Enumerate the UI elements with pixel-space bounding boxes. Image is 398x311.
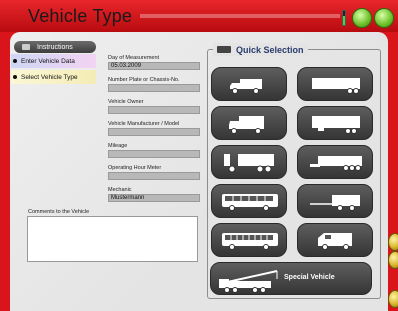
left-frame-rail: [0, 32, 10, 311]
hour-meter-label: Operating Hour Meter: [108, 165, 162, 171]
plate-label: Number Plate or Chassis-No.: [108, 77, 180, 83]
owner-label: Vehicle Owner: [108, 99, 144, 105]
mileage-label: Mileage: [108, 143, 128, 149]
drawbar-trailer-icon: [310, 195, 360, 211]
next-knob[interactable]: [388, 290, 398, 308]
book-icon: [22, 44, 30, 50]
day-field[interactable]: 05.03.2009: [108, 62, 200, 70]
long-trailer-icon: [312, 116, 360, 134]
truck-icon: [217, 46, 231, 53]
green-round-button-left[interactable]: [352, 8, 372, 28]
step-enter-vehicle-data[interactable]: Enter Vehicle Data: [11, 54, 96, 68]
mileage-field[interactable]: [108, 150, 200, 158]
vehicle-button-semitrailer[interactable]: [297, 67, 373, 101]
vehicle-button-small-truck[interactable]: [211, 67, 287, 101]
instructions-button[interactable]: Instructions: [14, 41, 96, 53]
vehicle-button-city-bus[interactable]: [211, 223, 287, 257]
vehicle-button-drawbar-trailer[interactable]: [297, 184, 373, 218]
manufacturer-label: Vehicle Manufacturer / Model: [108, 121, 180, 127]
page-title: Vehicle Type: [28, 6, 133, 26]
step-select-vehicle-type[interactable]: Select Vehicle Type: [11, 70, 96, 84]
battery-icon: [342, 10, 346, 26]
vehicle-data-form: Day of Measurement 05.03.2009 Number Pla…: [108, 55, 200, 209]
hour-meter-field[interactable]: [108, 172, 200, 180]
mechanic-field[interactable]: Mustermann: [108, 194, 200, 202]
quick-selection-title: Quick Selection: [236, 44, 304, 55]
crane-truck-icon: [219, 270, 278, 293]
manufacturer-field[interactable]: [108, 128, 200, 136]
day-label: Day of Measurement: [108, 55, 160, 61]
right-frame-rail: [388, 32, 398, 311]
plate-field[interactable]: [108, 84, 200, 92]
vehicle-button-three-axle-truck[interactable]: [211, 145, 287, 179]
instructions-label: Instructions: [37, 43, 73, 51]
quick-selection-header: Quick Selection: [213, 43, 308, 56]
box-truck-icon: [229, 116, 264, 134]
comments-label: Comments to the Vehicle: [28, 209, 90, 215]
comments-textarea[interactable]: [27, 216, 198, 262]
vehicle-button-long-trailer[interactable]: [297, 106, 373, 140]
scroll-down-knob[interactable]: [388, 251, 398, 269]
three-axle-truck-icon: [224, 154, 274, 173]
owner-field[interactable]: [108, 106, 200, 114]
vehicle-button-van[interactable]: [297, 223, 373, 257]
semitrailer-icon: [312, 78, 360, 94]
vehicle-button-coach-bus[interactable]: [211, 184, 287, 218]
vehicle-button-box-truck[interactable]: [211, 106, 287, 140]
instruction-steps: Enter Vehicle Data Select Vehicle Type: [11, 54, 96, 84]
low-loader-icon: [310, 156, 362, 171]
scroll-up-knob[interactable]: [388, 233, 398, 251]
green-round-button-right[interactable]: [374, 8, 394, 28]
small-truck-icon: [230, 79, 262, 94]
vehicle-button-low-loader[interactable]: [297, 145, 373, 179]
title-highlight: [140, 14, 340, 18]
coach-bus-icon: [222, 194, 278, 211]
mechanic-label: Mechanic: [108, 187, 132, 193]
title-bar: Vehicle Type: [0, 0, 398, 32]
special-vehicle-button[interactable]: Special Vehicle: [210, 262, 372, 295]
city-bus-icon: [222, 233, 278, 250]
van-icon: [318, 233, 352, 250]
special-vehicle-label: Special Vehicle: [284, 274, 335, 281]
